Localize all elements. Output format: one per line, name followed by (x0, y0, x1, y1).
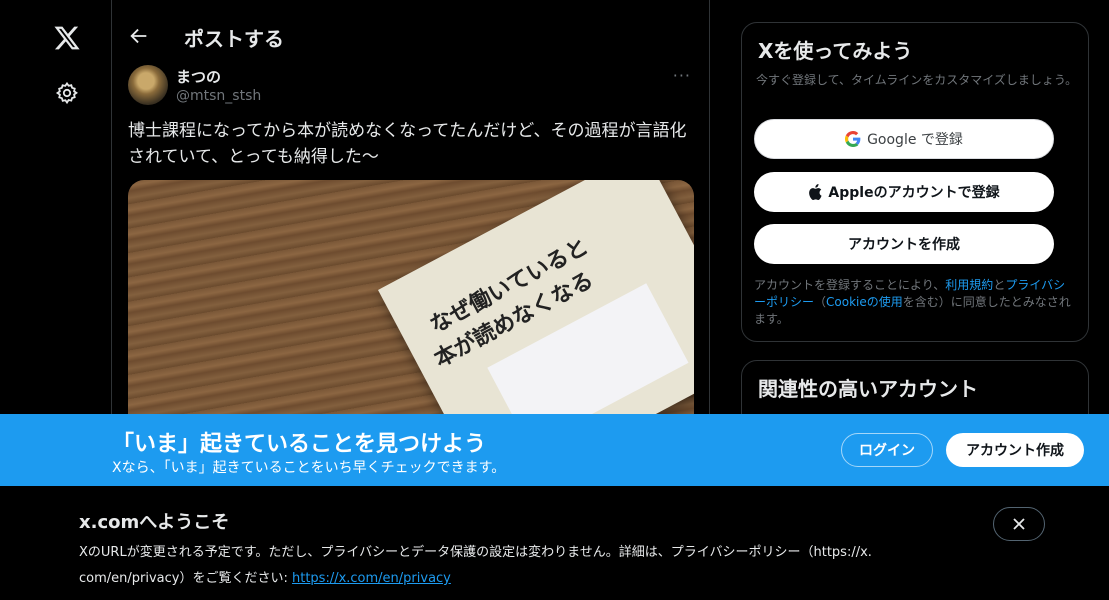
create-account-button[interactable]: アカウントを作成 (754, 224, 1054, 264)
login-button[interactable]: ログイン (841, 433, 933, 467)
x-logo-icon[interactable] (53, 24, 81, 52)
page-title: ポストする (184, 27, 284, 51)
close-button[interactable] (993, 507, 1045, 541)
signup-card: Xを使ってみよう 今すぐ登録して、タイムラインをカスタマイズしましょう。 Goo… (741, 22, 1089, 342)
back-arrow-icon[interactable] (128, 25, 150, 47)
cookie-link[interactable]: Cookieの使用 (826, 295, 903, 309)
apple-signup-label: Appleのアカウントで登録 (828, 185, 1000, 201)
notice-text-line: XのURLが変更される予定です。ただし、プライバシーとデータ保護の設定は変わりま… (79, 545, 872, 560)
terms-text: アカウントを登録することにより、利用規約とプライバシーポリシー（Cookieの使… (754, 277, 1076, 328)
terms-mid: （ (814, 295, 827, 309)
google-icon (845, 131, 861, 147)
url-change-notice: x.comへようこそ XのURLが変更される予定です。ただし、プライバシーとデー… (0, 486, 1109, 600)
terms-prefix: アカウントを登録することにより、 (754, 278, 946, 292)
google-signup-label: Google で登録 (867, 132, 963, 148)
related-accounts-title: 関連性の高いアカウント (758, 377, 978, 401)
author-name[interactable]: まつの (176, 66, 221, 87)
apple-signup-button[interactable]: Appleのアカウントで登録 (754, 172, 1054, 212)
tweet-media[interactable]: なぜ働いていると 本が読めなくなる (128, 180, 694, 440)
author-handle[interactable]: @mtsn_stsh (176, 88, 261, 104)
tweet-text: 博士課程になってから本が読めなくなってたんだけど、その過程が言語化 されていて、… (128, 118, 698, 170)
avatar[interactable] (128, 65, 168, 105)
close-icon (1013, 518, 1025, 530)
book-image: なぜ働いていると 本が読めなくなる (378, 180, 694, 440)
terms-link[interactable]: 利用規約 (945, 278, 993, 292)
banner-title: 「いま」起きていることを見つけよう (112, 432, 487, 457)
signup-title: Xを使ってみよう (758, 39, 913, 63)
notice-title: x.comへようこそ (79, 512, 230, 533)
signup-banner: 「いま」起きていることを見つけよう Xなら、「いま」起きていることをいち早くチェ… (0, 414, 1109, 486)
banner-signup-button[interactable]: アカウント作成 (946, 433, 1084, 467)
apple-icon (809, 184, 822, 200)
notice-text: XのURLが変更される予定です。ただし、プライバシーとデータ保護の設定は変わりま… (79, 540, 959, 592)
privacy-url-link[interactable]: https://x.com/en/privacy (292, 571, 451, 586)
gear-icon[interactable] (55, 81, 79, 105)
more-options-icon[interactable]: ··· (673, 66, 691, 85)
notice-text-line: com/en/privacy）をご覧ください: (79, 571, 292, 586)
tweet-text-line: されていて、とっても納得した〜 (128, 147, 379, 167)
google-signup-button[interactable]: Google で登録 (754, 119, 1054, 159)
notice-text-line2: com/en/privacy）をご覧ください: https://x.com/en… (79, 566, 959, 592)
signup-subtitle: 今すぐ登録して、タイムラインをカスタマイズしましょう。 (756, 73, 1078, 87)
banner-subtitle: Xなら、「いま」起きていることをいち早くチェックできます。 (112, 460, 506, 476)
terms-and: と (993, 278, 1006, 292)
tweet-text-line: 博士課程になってから本が読めなくなってたんだけど、その過程が言語化 (128, 121, 687, 141)
